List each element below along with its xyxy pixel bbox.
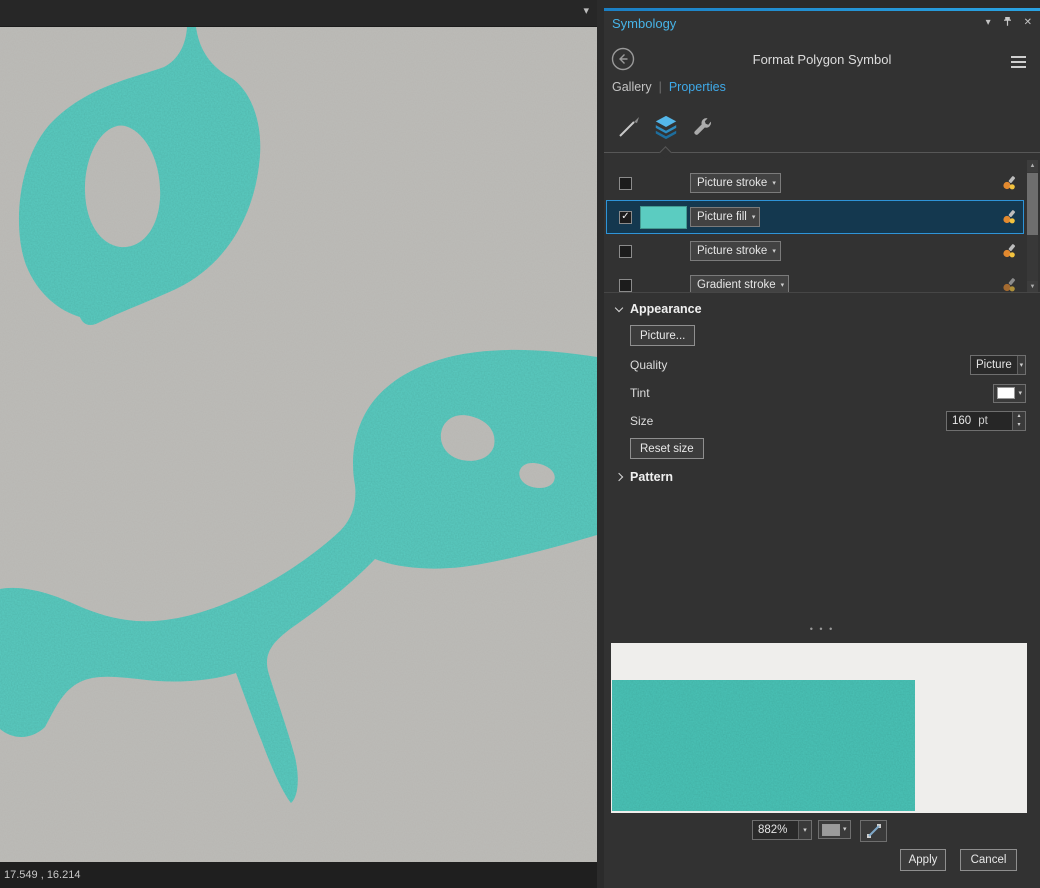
layer-color-properties-icon[interactable] [1001,209,1017,225]
splitter-handle[interactable]: • • • [604,624,1040,634]
map-titlebar: ▾ [0,0,597,27]
layer-swatch[interactable] [640,240,687,263]
size-spinner[interactable]: 160 pt ▴ ▾ [946,411,1026,431]
size-row: Size 160 pt ▴ ▾ [630,410,1026,432]
pin-icon[interactable] [1002,14,1013,32]
symbol-preview [611,643,1027,813]
layer-visibility-checkbox[interactable] [619,244,632,258]
action-buttons: Apply Cancel [604,849,1040,871]
page-title: Format Polygon Symbol [752,52,892,67]
reset-size-button[interactable]: Reset size [630,438,704,459]
layer-visibility-checkbox[interactable] [619,278,632,292]
pane-titlebar: Symbology ▾ ✕ [604,11,1040,35]
tint-label: Tint [630,386,650,400]
quality-dropdown[interactable]: Picture ▾ [970,355,1026,375]
cancel-button[interactable]: Cancel [960,849,1017,871]
layer-swatch[interactable] [640,274,687,293]
tab-layers[interactable] [652,110,680,144]
pane-menu-arrow-icon[interactable]: ▾ [986,18,991,28]
map-canvas[interactable] [0,27,597,862]
tint-color-chip [997,387,1016,399]
tab-symbol[interactable] [616,110,644,144]
tint-color-dropdown[interactable]: ▾ [993,383,1026,403]
size-unit: pt [978,415,988,427]
symbology-pane: Symbology ▾ ✕ Format Polygon Symbol Gall… [604,8,1040,888]
chevron-down-icon: ▾ [1018,389,1022,397]
layer-row-picture-stroke-2[interactable]: Picture stroke ▾ [606,234,1024,268]
layer-visibility-checkbox[interactable] [619,176,632,190]
layer-swatch[interactable] [640,172,687,195]
quality-row: Quality Picture ▾ [630,354,1026,376]
chevron-down-icon: ▾ [803,826,807,834]
layer-swatch-teal[interactable] [640,205,687,229]
preview-toggle-button[interactable] [860,820,887,842]
symbol-tabs: Gallery | Properties [612,80,726,94]
size-label: Size [630,414,654,428]
layer-type-dropdown[interactable]: Picture fill ▾ [690,207,761,227]
layer-color-properties-icon[interactable] [1001,243,1017,259]
chevron-down-icon: ▾ [843,826,847,833]
preview-background-color-chip [822,823,840,836]
wrench-icon [694,118,711,135]
collapse-pane-icon[interactable]: ▾ [583,4,589,17]
hamburger-icon [1011,56,1026,58]
spin-down-icon[interactable]: ▾ [1013,421,1025,430]
tab-gallery[interactable]: Gallery [612,80,652,94]
pattern-section-header[interactable]: Pattern [614,470,673,484]
layers-icon [655,115,677,140]
scrollbar-thumb[interactable] [1027,173,1038,235]
chevron-right-icon [614,472,624,482]
layer-row-gradient-stroke[interactable]: Gradient stroke ▾ [606,268,1024,293]
arcgis-pro-screen: ▾ 17.549 , 16.214 Symbology ▾ ✕ Format P… [0,0,1040,888]
layer-color-properties-icon[interactable] [1001,277,1017,292]
paintbrush-icon [619,117,639,137]
tab-structure[interactable] [688,110,716,144]
options-menu-button[interactable] [1011,56,1026,68]
layer-color-properties-icon[interactable] [1001,175,1017,191]
chevron-down-icon [614,303,624,312]
quality-label: Quality [630,358,668,372]
spin-up-icon[interactable]: ▴ [1013,412,1025,421]
layer-type-dropdown[interactable]: Picture stroke ▾ [690,241,781,261]
diagonal-slash-icon [866,824,881,838]
tab-separator: | [658,80,662,94]
map-statusbar: 17.549 , 16.214 [0,862,597,888]
layer-list-scrollbar[interactable]: ▲ ▼ [1027,160,1038,292]
layer-type-dropdown[interactable]: Gradient stroke ▾ [690,275,790,292]
layer-row-picture-fill[interactable]: ✓ Picture fill ▾ [606,200,1024,234]
preview-background-color-dropdown[interactable]: ▾ [818,820,851,839]
properties-subtabs [616,110,716,144]
scroll-up-icon[interactable]: ▲ [1027,160,1038,172]
subtab-caret [659,146,672,159]
preview-polygon-swatch [612,680,915,811]
layer-type-dropdown[interactable]: Picture stroke ▾ [690,173,781,193]
preview-controls: 882% ▾ ▾ [604,820,1040,842]
close-icon[interactable]: ✕ [1024,18,1032,28]
pane-title: Symbology [612,15,677,31]
layer-visibility-checkbox[interactable]: ✓ [619,210,632,224]
apply-button[interactable]: Apply [900,849,946,871]
map-view-window: ▾ 17.549 , 16.214 [0,0,597,888]
tint-row: Tint ▾ [630,382,1026,404]
preview-zoom-combo[interactable]: 882% ▾ [752,820,812,840]
tab-properties[interactable]: Properties [669,80,726,94]
picture-button[interactable]: Picture... [630,325,696,346]
cursor-coordinates: 17.549 , 16.214 [4,869,81,881]
size-value: 160 [952,415,972,427]
layer-row-picture-stroke-1[interactable]: Picture stroke ▾ [606,166,1024,200]
appearance-section-header[interactable]: Appearance [614,302,702,316]
zoom-value: 882% [758,824,788,836]
chevron-down-icon: ▾ [1019,361,1024,369]
scroll-down-icon[interactable]: ▼ [1027,281,1038,292]
symbol-layer-list: Picture stroke ▾ ✓ Picture fill ▾ Pictur… [604,160,1040,293]
check-icon: ✓ [621,211,630,222]
